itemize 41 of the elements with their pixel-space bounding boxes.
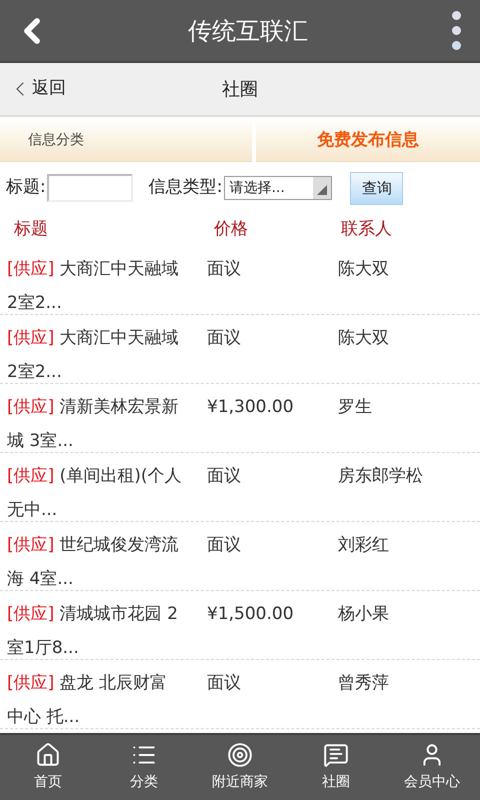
- message-icon: [323, 742, 349, 768]
- contact-cell-text: 罗生: [338, 396, 373, 419]
- listing-title[interactable]: [供应] 清城城市花园 2室1厅8...: [0, 597, 182, 659]
- column-header: 标题: [13, 218, 49, 242]
- target-icon: [227, 742, 253, 768]
- nav-item[interactable]: 分类: [96, 735, 192, 800]
- listing-title[interactable]: [供应] 大商汇中天融域 2室2...: [0, 321, 182, 383]
- search-button[interactable]: 查询: [350, 172, 404, 204]
- listing-title[interactable]: [供应] 清新美林宏景新城 3室...: [0, 390, 182, 452]
- column-header: 价格: [214, 218, 249, 242]
- nav-item[interactable]: 首页: [0, 735, 96, 800]
- tab[interactable]: 信息分类: [0, 120, 252, 162]
- type-label: 信息类型:: [148, 176, 222, 200]
- nav-item[interactable]: 社圈: [288, 735, 384, 800]
- nav-item[interactable]: 会员中心: [384, 735, 480, 800]
- price-cell-text: ¥1,500.00: [207, 603, 295, 626]
- contact-cell-text: 房东郎学松: [338, 465, 424, 488]
- price-cell-text: 面议: [207, 327, 242, 350]
- price-cell-text: 面议: [207, 534, 242, 557]
- contact-cell-text: 陈大双: [338, 327, 390, 350]
- home-icon: [35, 742, 61, 768]
- price-cell-text: ¥1,300.00: [207, 396, 295, 419]
- nav-item[interactable]: 附近商家: [192, 735, 288, 800]
- type-select[interactable]: 请选择...: [224, 176, 332, 200]
- app-title: 传统互联汇: [188, 16, 308, 46]
- price-cell-text: 面议: [207, 258, 242, 281]
- listing-title[interactable]: [供应] 盘龙 北辰财富中心 托...: [0, 666, 182, 728]
- listing-title[interactable]: [供应] 大商汇中天融域 2室2...: [0, 252, 182, 314]
- contact-cell-text: 杨小果: [338, 603, 390, 626]
- title-label: 标题:: [6, 176, 46, 200]
- contact-cell-text: 陈大双: [338, 258, 390, 281]
- listing-title[interactable]: [供应] (单间出租)(个人无中...: [0, 459, 182, 521]
- column-header: 联系人: [341, 218, 393, 242]
- price-cell-text: 面议: [207, 672, 242, 695]
- title-input[interactable]: [46, 174, 133, 202]
- contact-cell-text: 刘彩红: [338, 534, 390, 557]
- page-title: 社圈: [222, 78, 258, 102]
- listing-title[interactable]: [供应] 世纪城俊发湾流海 4室...: [0, 528, 182, 590]
- price-cell-text: 面议: [207, 465, 242, 488]
- contact-cell-text: 曾秀萍: [338, 672, 390, 695]
- back-link[interactable]: 返回: [8, 75, 66, 103]
